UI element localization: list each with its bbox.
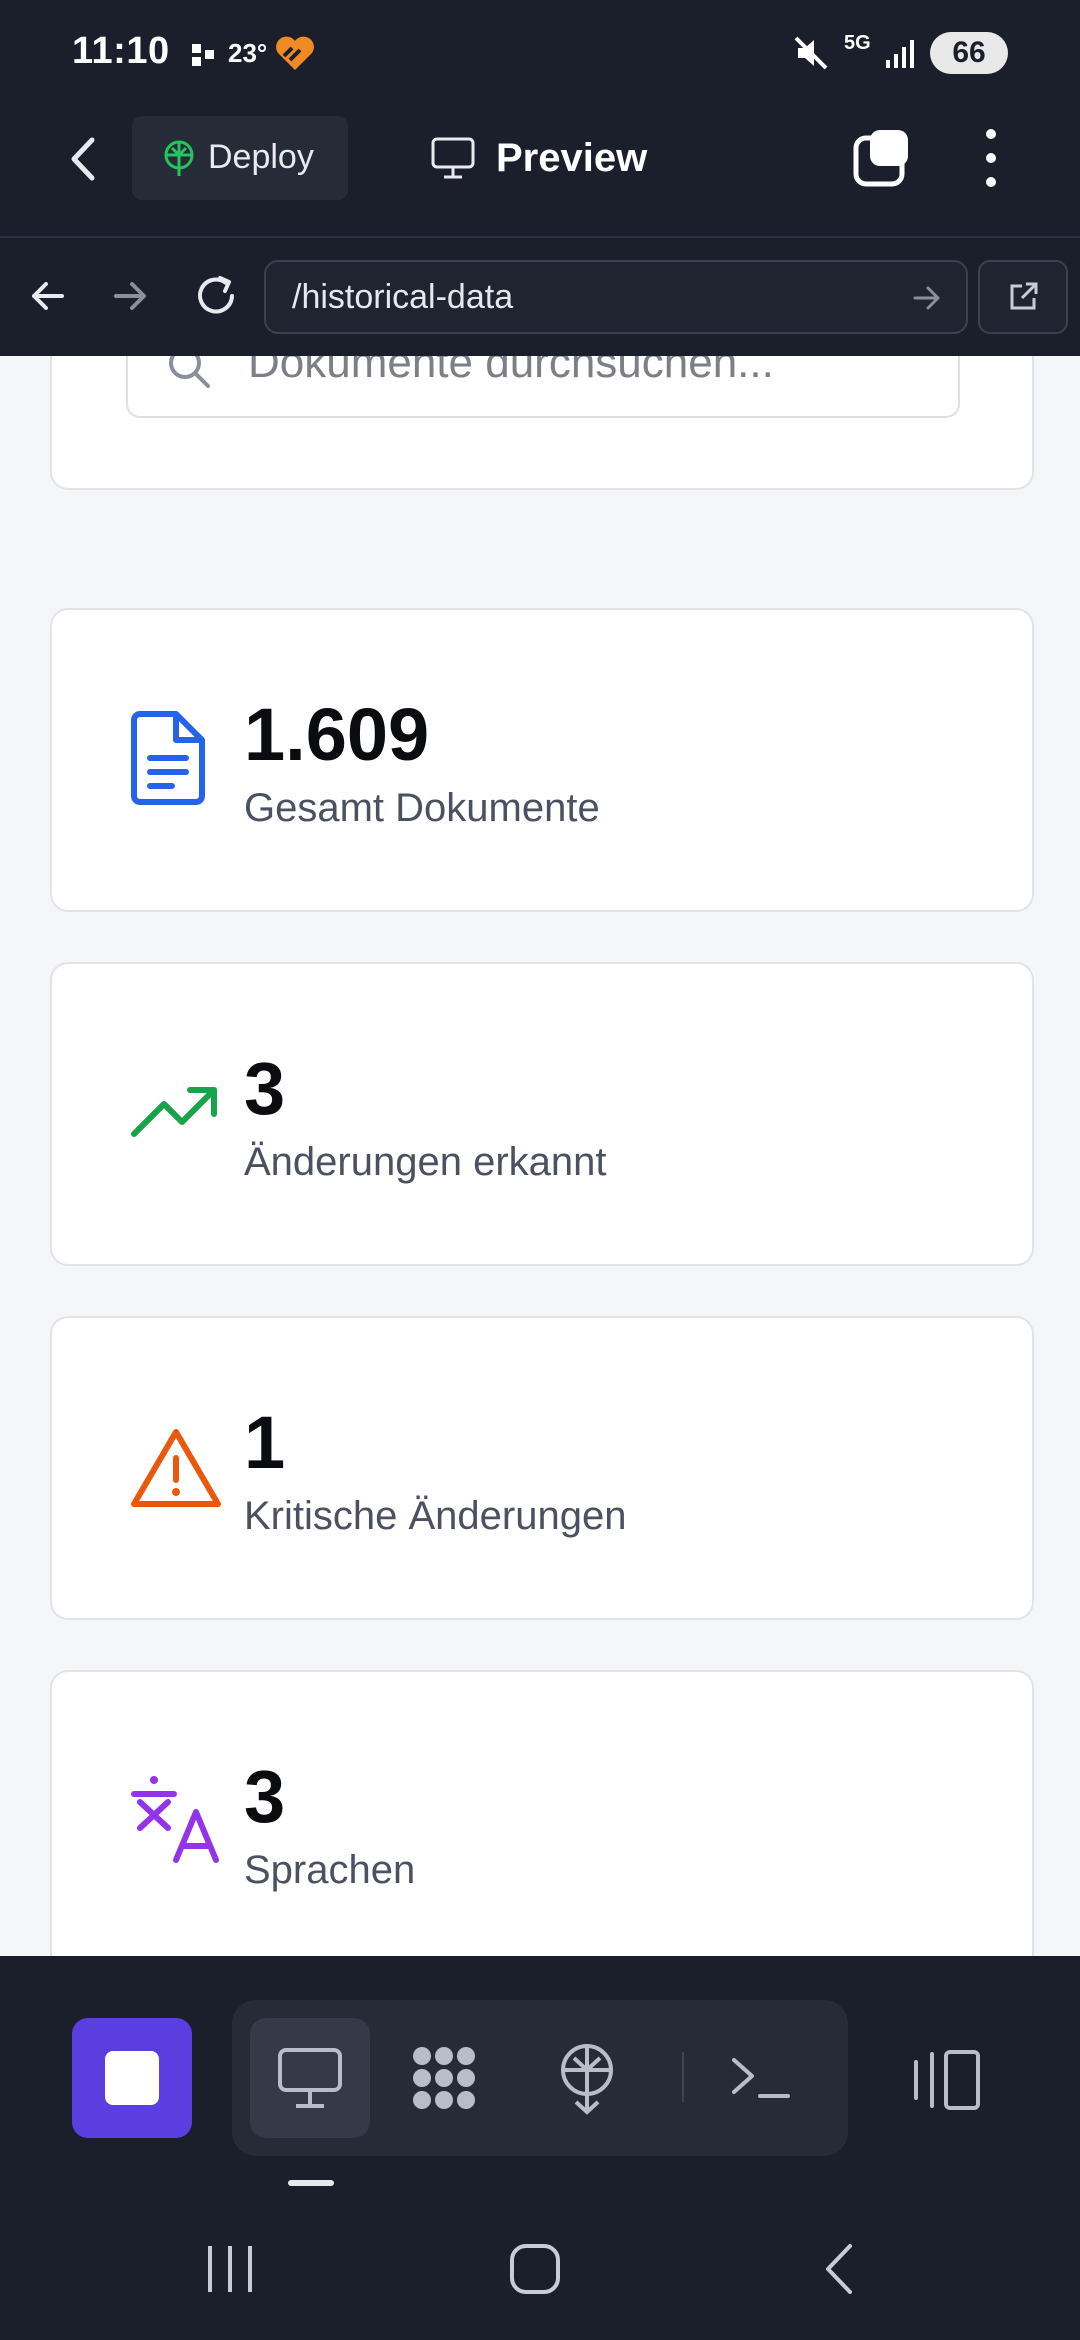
stat-card-critical: 1 Kritische Änderungen xyxy=(50,1316,1034,1620)
search-input[interactable]: Dokumente durchsuchen... xyxy=(126,356,960,418)
system-back-icon[interactable] xyxy=(818,2240,862,2298)
stat-value: 1.609 xyxy=(244,693,430,776)
browser-forward-icon[interactable] xyxy=(110,276,150,316)
status-temperature: 23° xyxy=(228,38,268,68)
status-time: 11:10 xyxy=(72,30,170,72)
stop-icon xyxy=(105,2051,159,2105)
url-field[interactable]: /historical-data xyxy=(264,260,968,334)
bottom-toolbar xyxy=(0,1956,1080,2186)
stat-label: Sprachen xyxy=(244,1848,416,1892)
translate-icon xyxy=(131,1776,219,1863)
app-bar: Deploy Preview xyxy=(0,108,1080,238)
more-menu-icon[interactable] xyxy=(976,126,1006,190)
external-link-icon xyxy=(1010,282,1038,310)
reload-icon[interactable] xyxy=(192,272,240,320)
terminal-icon xyxy=(732,2058,790,2098)
terminal-tool-button[interactable] xyxy=(702,2018,822,2138)
tool-divider xyxy=(682,2052,684,2102)
nodes-icon xyxy=(413,2047,475,2109)
document-icon xyxy=(131,711,205,805)
deploy-icon xyxy=(164,140,194,176)
signal-icon xyxy=(886,40,914,68)
stat-label: Kritische Änderungen xyxy=(244,1494,627,1538)
stat-card-documents: 1.609 Gesamt Dokumente xyxy=(50,608,1034,912)
deploy-icon xyxy=(561,2044,613,2115)
stop-button[interactable] xyxy=(72,2018,192,2138)
trending-up-icon xyxy=(131,1087,217,1137)
recent-apps-icon[interactable] xyxy=(200,2242,260,2296)
home-icon[interactable] xyxy=(506,2240,564,2298)
system-nav-bar xyxy=(0,2186,1080,2340)
mute-icon xyxy=(794,36,828,70)
battery-indicator: 66 xyxy=(930,32,1008,74)
stat-card-changes: 3 Änderungen erkannt xyxy=(50,962,1034,1266)
deploy-tool-button[interactable] xyxy=(528,2018,648,2138)
stat-label: Änderungen erkannt xyxy=(244,1140,607,1184)
go-arrow-icon[interactable] xyxy=(912,284,942,312)
page-content: Dokumente durchsuchen... 1.609 Gesamt Do… xyxy=(0,356,1080,1956)
preview-tab[interactable]: Preview xyxy=(428,118,668,198)
deploy-label: Deploy xyxy=(208,138,314,176)
browser-back-icon[interactable] xyxy=(28,276,68,316)
agents-tool-button[interactable] xyxy=(384,2018,504,2138)
search-placeholder: Dokumente durchsuchen... xyxy=(248,356,774,387)
stat-value: 1 xyxy=(244,1401,286,1484)
status-bar: 11:10 23° 5G 66 xyxy=(0,0,1080,108)
warning-icon xyxy=(131,1429,221,1507)
tabs-icon[interactable] xyxy=(852,126,914,188)
browser-bar: /historical-data xyxy=(0,238,1080,356)
monitor-icon xyxy=(278,2048,342,2108)
deploy-button[interactable]: Deploy xyxy=(132,116,348,200)
open-external-button[interactable] xyxy=(978,260,1068,334)
back-icon[interactable] xyxy=(60,134,110,184)
preview-label: Preview xyxy=(496,136,648,180)
stat-value: 3 xyxy=(244,1047,286,1130)
notification-dots-icon xyxy=(192,44,214,66)
monitor-icon xyxy=(431,137,475,179)
network-type: 5G xyxy=(844,32,871,54)
device-toggle-icon[interactable] xyxy=(912,2048,984,2112)
search-icon xyxy=(169,356,210,388)
url-text: /historical-data xyxy=(292,278,514,316)
stat-card-languages: 3 Sprachen xyxy=(50,1670,1034,1956)
search-card: Dokumente durchsuchen... xyxy=(50,356,1034,490)
tool-group xyxy=(232,2000,848,2156)
battery-level: 66 xyxy=(952,36,986,69)
stat-label: Gesamt Dokumente xyxy=(244,786,600,830)
stat-value: 3 xyxy=(244,1755,286,1838)
app-notification-icon xyxy=(276,36,314,70)
preview-tool-button[interactable] xyxy=(250,2018,370,2138)
